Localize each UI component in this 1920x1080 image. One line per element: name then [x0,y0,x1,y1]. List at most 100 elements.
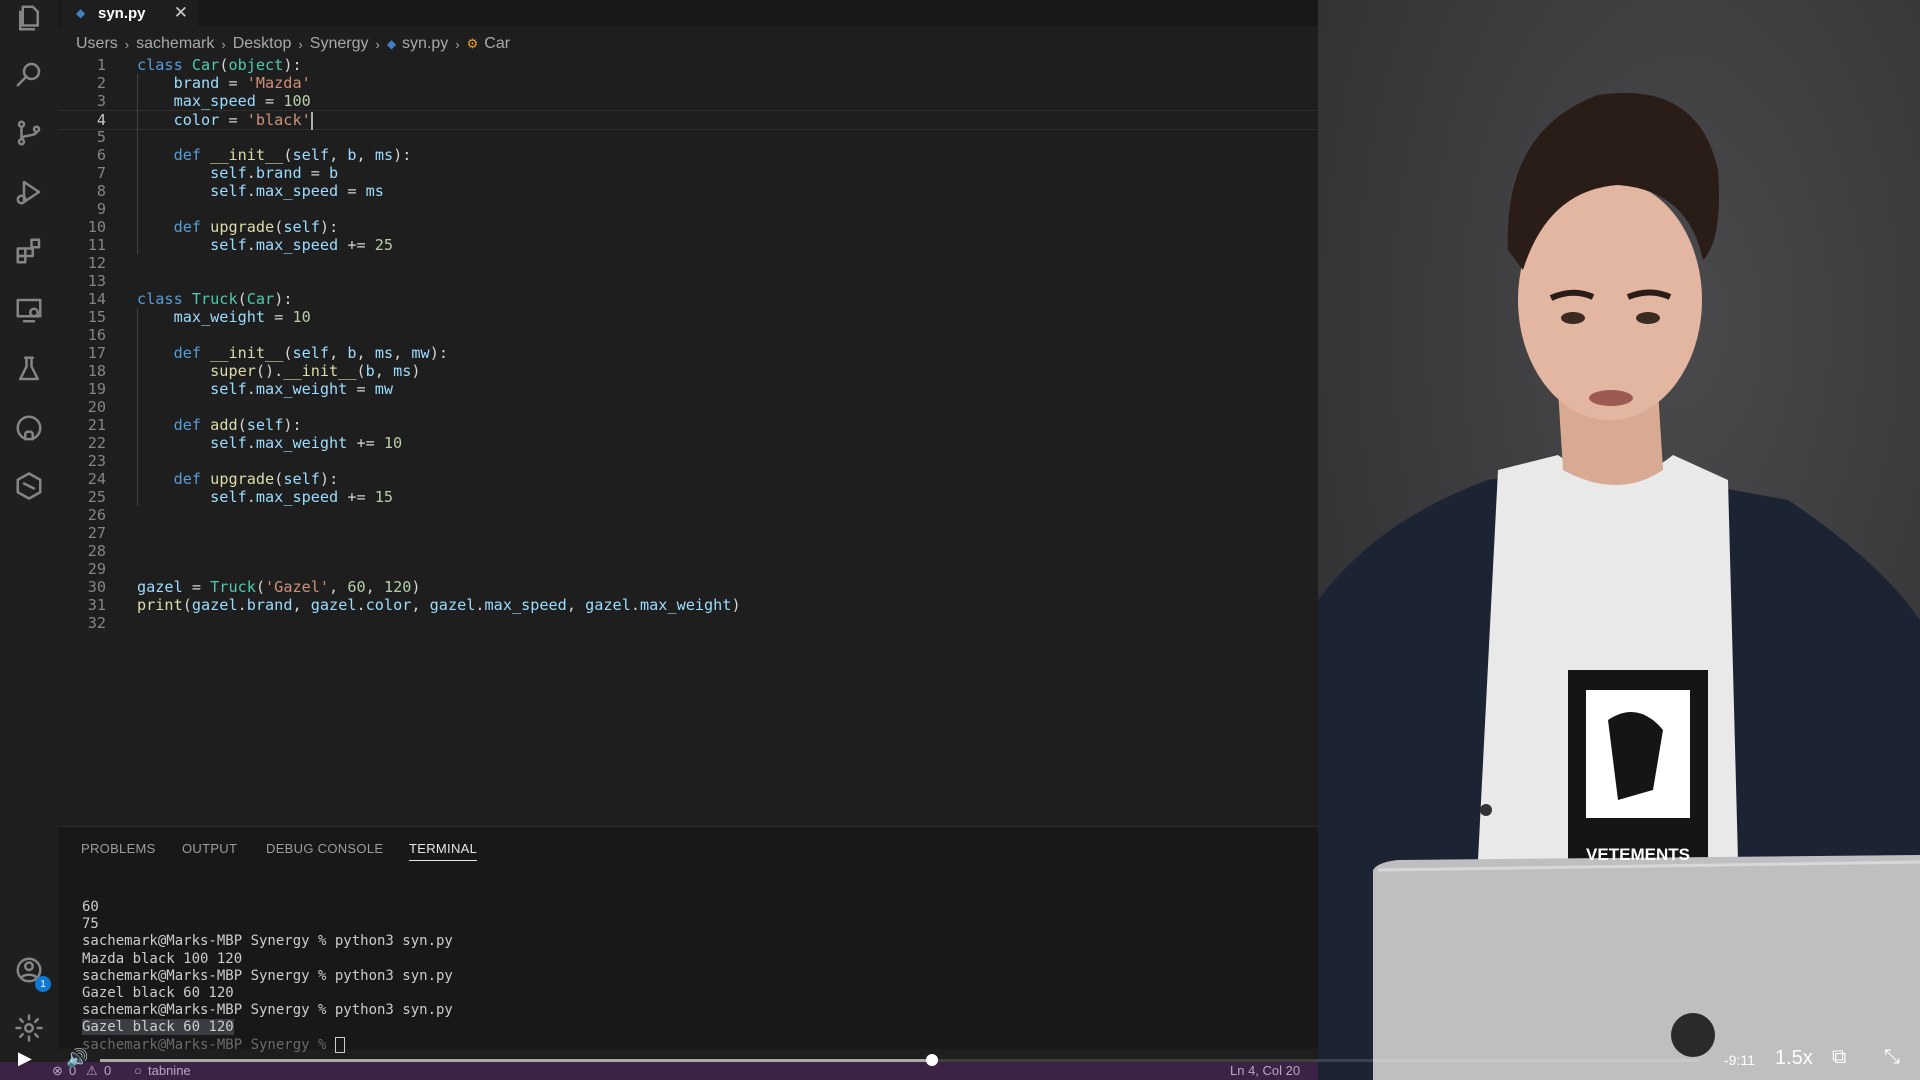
line-number: 23 [87,452,106,470]
code-line[interactable]: 2 brand = 'Mazda' [58,74,1318,92]
code-line[interactable]: 22 self.max_weight += 10 [58,434,1318,452]
line-number: 14 [87,290,106,308]
code-line[interactable]: 24 def upgrade(self): [58,470,1318,488]
code-line[interactable]: 32 [58,614,1318,632]
breadcrumb-syn-py[interactable]: syn.py [402,35,448,53]
terminal-line: Gazel black 60 120 [82,1019,234,1036]
code-line[interactable]: 16 [58,326,1318,344]
exit-fullscreen-icon[interactable]: ⤡ [1884,1046,1900,1069]
code-line[interactable]: 11 self.max_speed += 25 [58,236,1318,254]
code-line[interactable]: 7 self.brand = b [58,164,1318,182]
code-line[interactable]: 6 def __init__(self, b, ms): [58,146,1318,164]
code-line[interactable]: 12 [58,254,1318,272]
code-line[interactable]: 8 self.max_speed = ms [58,182,1318,200]
activity-bar: 1 [0,0,58,1048]
tab-syn-py[interactable]: ◆ syn.py ✕ [62,0,198,26]
code-line[interactable]: 21 def add(self): [58,416,1318,434]
accounts-icon[interactable]: 1 [11,952,51,992]
play-icon[interactable]: ▶ [18,1048,32,1069]
remote-explorer-icon[interactable] [11,292,47,328]
playback-speed[interactable]: 1.5x [1775,1047,1813,1070]
code-line[interactable]: 5 [58,128,1318,146]
picture-in-picture-icon[interactable]: ⧉ [1832,1046,1846,1069]
code-text: self.brand = b [210,164,339,182]
line-number: 12 [87,254,106,272]
tab-output[interactable]: OUTPUT [182,841,237,856]
python-file-icon: ◆ [76,6,86,20]
chevron-right-icon: › [375,36,380,52]
terminal-line: Mazda black 100 120 [82,950,243,967]
presenter-image [1318,0,1920,1080]
code-line[interactable]: 17 def __init__(self, b, ms, mw): [58,344,1318,362]
code-line[interactable]: 4 color = 'black' [58,110,1318,130]
terminal-output[interactable]: 60 75 sachemark@Marks-MBP Synergy % python… [82,899,453,1054]
files-icon[interactable] [11,0,47,36]
deploy-icon[interactable] [11,468,47,504]
tab-problems[interactable]: PROBLEMS [81,841,156,856]
progress-bar[interactable] [100,1054,1700,1066]
breadcrumb-desktop[interactable]: Desktop [233,35,292,53]
line-number: 17 [87,344,106,362]
tab-debug-console[interactable]: DEBUG CONSOLE [266,841,383,856]
code-line[interactable]: 28 [58,542,1318,560]
code-line[interactable]: 3 max_speed = 100 [58,92,1318,110]
code-line[interactable]: 14 class Truck(Car): [58,290,1318,308]
accounts-badge: 1 [35,976,51,992]
code-line[interactable]: 19 self.max_weight = mw [58,380,1318,398]
terminal-line: sachemark@Marks-MBP Synergy % python3 sy… [82,1002,453,1019]
run-debug-icon[interactable] [11,174,47,210]
terminal-line: sachemark@Marks-MBP Synergy % python3 sy… [82,967,453,984]
code-line[interactable]: 10 def upgrade(self): [58,218,1318,236]
code-line[interactable]: 9 [58,200,1318,218]
chevron-right-icon: › [298,36,303,52]
tab-terminal[interactable]: TERMINAL [409,841,478,861]
presenter-video: VETEMENTS [1318,0,1920,1080]
github-icon[interactable] [11,410,47,446]
line-number: 10 [87,218,106,236]
line-number: 28 [87,542,106,560]
code-line[interactable]: 15 max_weight = 10 [58,308,1318,326]
code-text: super().__init__(b, ms) [210,362,421,380]
code-text: brand = 'Mazda' [173,74,311,92]
code-line[interactable]: 31 print(gazel.brand, gazel.color, gazel.… [58,596,1318,614]
extensions-icon[interactable] [11,233,47,269]
line-number: 4 [96,111,106,129]
code-text: print(gazel.brand, gazel.color, gazel.ma… [137,596,741,614]
progress-scrubber[interactable] [926,1054,938,1066]
code-line[interactable]: 13 [58,272,1318,290]
code-line[interactable]: 1 class Car(object): [58,56,1318,74]
code-text: max_speed = 100 [173,92,311,110]
breadcrumb-synergy[interactable]: Synergy [310,35,369,53]
shirt-print-text: VETEMENTS [1586,845,1690,864]
code-area[interactable]: 1 class Car(object): 2 brand = 'Mazda' 3 ma… [58,56,1318,756]
breadcrumb-car[interactable]: Car [484,35,510,53]
breadcrumb-sachemark[interactable]: sachemark [136,35,214,53]
chevron-right-icon: › [124,36,130,52]
close-icon[interactable]: ✕ [174,3,188,23]
code-line[interactable]: 23 [58,452,1318,470]
code-line[interactable]: 30 gazel = Truck('Gazel', 60, 120) [58,578,1318,596]
search-icon[interactable] [11,56,47,92]
breadcrumb-users[interactable]: Users [76,35,118,53]
line-number: 32 [87,614,106,632]
code-text: def upgrade(self): [173,470,339,488]
source-control-icon[interactable] [11,115,47,151]
terminal-line: 75 [82,916,99,933]
code-line[interactable]: 29 [58,560,1318,578]
line-number: 15 [87,308,106,326]
volume-icon[interactable]: 🔊 [66,1048,88,1069]
code-text: self.max_weight += 10 [210,434,403,452]
code-line[interactable]: 26 [58,506,1318,524]
line-number: 27 [87,524,106,542]
line-number: 29 [87,560,106,578]
code-line[interactable]: 18 super().__init__(b, ms) [58,362,1318,380]
bottom-panel: PROBLEMS OUTPUT DEBUG CONSOLE TERMINAL 6… [58,826,1318,1053]
code-line[interactable]: 20 [58,398,1318,416]
text-caret [310,111,313,130]
chevron-right-icon: › [455,36,460,52]
code-line[interactable]: 25 self.max_speed += 15 [58,488,1318,506]
code-text: self.max_speed = ms [210,182,384,200]
code-line[interactable]: 27 [58,524,1318,542]
testing-icon[interactable] [11,351,47,387]
line-number: 7 [96,164,106,182]
